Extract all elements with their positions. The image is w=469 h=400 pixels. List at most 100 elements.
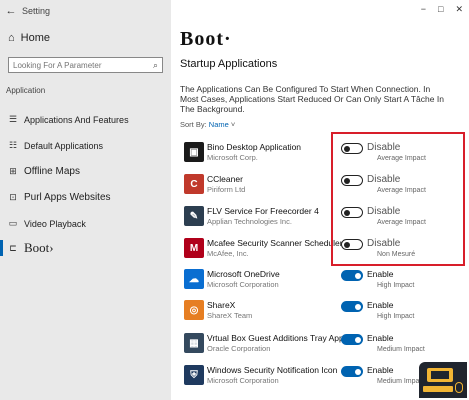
startup-toggle[interactable]	[341, 239, 363, 250]
close-button[interactable]: ✕	[455, 4, 463, 15]
toggle-state-label: Disable	[367, 174, 401, 185]
app-icon: ▦	[184, 333, 204, 353]
startup-impact: High Impact	[377, 282, 415, 289]
startup-app-row: ▣ Bino Desktop Application Microsoft Corp.…	[181, 140, 461, 168]
app-name: FLV Service For Freecorder 4	[207, 206, 319, 216]
search-box[interactable]: ⌕	[8, 57, 163, 73]
app-publisher: Piriform Ltd	[207, 185, 246, 194]
minimize-button[interactable]: −	[421, 4, 426, 15]
sidebar-item-label: Applications And Features	[24, 114, 129, 125]
app-icon: C	[184, 174, 204, 194]
main-content: − □ ✕ Boot· Startup Applications The App…	[171, 0, 469, 400]
sidebar-item-default-apps[interactable]: ☷ Default Applications	[8, 140, 103, 151]
startup-app-row: ◎ ShareX ShareX Team Enable High Impact	[181, 298, 461, 326]
active-indicator	[0, 240, 3, 256]
app-icon: ◎	[184, 300, 204, 320]
app-name: CCleaner	[207, 174, 243, 184]
home-icon: ⌂	[8, 32, 15, 44]
window-controls: − □ ✕	[421, 4, 463, 15]
startup-impact: High Impact	[377, 313, 415, 320]
window-title: Setting	[22, 6, 51, 16]
startup-impact: Average Impact	[377, 219, 426, 226]
screen-graphic	[427, 368, 453, 382]
app-icon: ⛨	[184, 365, 204, 385]
app-icon: ✎	[184, 206, 204, 226]
startup-impact: Average Impact	[377, 155, 426, 162]
app-name: Windows Security Notification Icon	[207, 365, 338, 375]
sidebar-item-offline-maps[interactable]: ⊞ Offline Maps	[8, 166, 80, 177]
startup-toggle[interactable]	[341, 143, 363, 154]
startup-impact: Non Mesuré	[377, 251, 416, 258]
back-arrow-icon[interactable]: ←	[0, 5, 22, 17]
startup-toggle[interactable]	[341, 334, 363, 345]
startup-toggle[interactable]	[341, 301, 363, 312]
app-name: Mcafee Security Scanner Scheduler	[207, 238, 343, 248]
sidebar-item-label: Purl Apps Websites	[24, 192, 111, 203]
startup-toggle[interactable]	[341, 270, 363, 281]
list-icon: ☰	[8, 114, 18, 124]
app-publisher: Microsoft Corp.	[207, 153, 258, 162]
app-name: Bino Desktop Application	[207, 142, 302, 152]
startup-app-row: ▦ Vrtual Box Guest Additions Tray App... O…	[181, 331, 461, 359]
web-icon: ⊡	[9, 192, 17, 202]
home-label: Home	[20, 32, 50, 44]
app-publisher: Applian Technologies Inc.	[207, 217, 292, 226]
title-bar: ← Setting	[0, 0, 171, 22]
sidebar-item-label: Default Applications	[24, 140, 104, 151]
app-name: ShareX	[207, 300, 236, 310]
video-icon: ▭	[8, 218, 18, 228]
default-apps-icon: ☷	[8, 140, 18, 150]
startup-icon: ⊏	[9, 242, 17, 253]
app-icon: ☁	[184, 269, 204, 289]
app-icon: M	[184, 238, 204, 258]
sidebar-item-apps-features[interactable]: ☰ Applications And Features	[8, 114, 129, 125]
app-publisher: ShareX Team	[207, 311, 253, 320]
section-label: Application	[6, 86, 46, 95]
chevron-down-icon[interactable]: ˅	[231, 120, 235, 129]
site-logo	[419, 362, 467, 398]
startup-app-row: ✎ FLV Service For Freecorder 4 Applian Tec…	[181, 204, 461, 232]
app-name: Microsoft OneDrive	[207, 269, 280, 279]
app-icon: ▣	[184, 142, 204, 162]
toggle-state-label: Disable	[367, 206, 401, 217]
mouse-graphic	[455, 382, 463, 393]
toggle-state-label: Enable	[367, 333, 394, 343]
page-subtitle: Startup Applications	[180, 58, 278, 70]
startup-toggle[interactable]	[341, 366, 363, 377]
home-link[interactable]: ⌂ Home	[8, 32, 50, 44]
startup-impact: Average Impact	[377, 187, 426, 194]
maximize-button[interactable]: □	[438, 4, 443, 15]
app-name: Vrtual Box Guest Additions Tray App...	[207, 333, 351, 343]
keyboard-graphic	[423, 386, 453, 392]
sidebar-item-startup[interactable]: ⊏ Boot›	[8, 240, 54, 256]
map-icon: ⊞	[9, 166, 17, 176]
startup-app-row: ☁ Microsoft OneDrive Microsoft Corporation…	[181, 267, 461, 295]
app-publisher: Oracle Corporation	[207, 344, 271, 353]
app-publisher: Microsoft Corporation	[207, 280, 279, 289]
toggle-state-label: Disable	[367, 238, 401, 249]
sidebar-item-web-apps[interactable]: ⊡ Purl Apps Websites	[8, 192, 111, 203]
sidebar-item-video-playback[interactable]: ▭ Video Playback	[8, 218, 86, 229]
toggle-state-label: Enable	[367, 300, 394, 310]
toggle-state-label: Enable	[367, 365, 394, 375]
startup-app-row: C CCleaner Piriform Ltd Disable Average Impa…	[181, 172, 461, 200]
sidebar-item-label: Boot›	[24, 240, 54, 255]
search-input[interactable]	[13, 60, 143, 70]
page-title: Boot·	[180, 28, 232, 50]
toggle-state-label: Enable	[367, 269, 394, 279]
search-icon[interactable]: ⌕	[153, 60, 158, 71]
sidebar-item-label: Offline Maps	[24, 166, 80, 177]
toggle-state-label: Disable	[367, 142, 401, 153]
startup-toggle[interactable]	[341, 207, 363, 218]
startup-impact: Medium Impact	[377, 378, 425, 385]
sidebar-item-label: Video Playback	[24, 218, 86, 229]
sort-by[interactable]: Sort By: Name ˅	[180, 120, 235, 129]
sidebar: ← Setting ⌂ Home ⌕ Application ☰ Applica…	[0, 0, 171, 400]
startup-toggle[interactable]	[341, 175, 363, 186]
sort-value[interactable]: Name	[209, 120, 229, 129]
app-publisher: McAfee, Inc.	[207, 249, 249, 258]
startup-app-row: M Mcafee Security Scanner Scheduler McAfee…	[181, 236, 461, 264]
description: The Applications Can Be Configured To St…	[180, 84, 444, 114]
sort-label: Sort By:	[180, 120, 207, 129]
app-publisher: Microsoft Corporation	[207, 376, 279, 385]
